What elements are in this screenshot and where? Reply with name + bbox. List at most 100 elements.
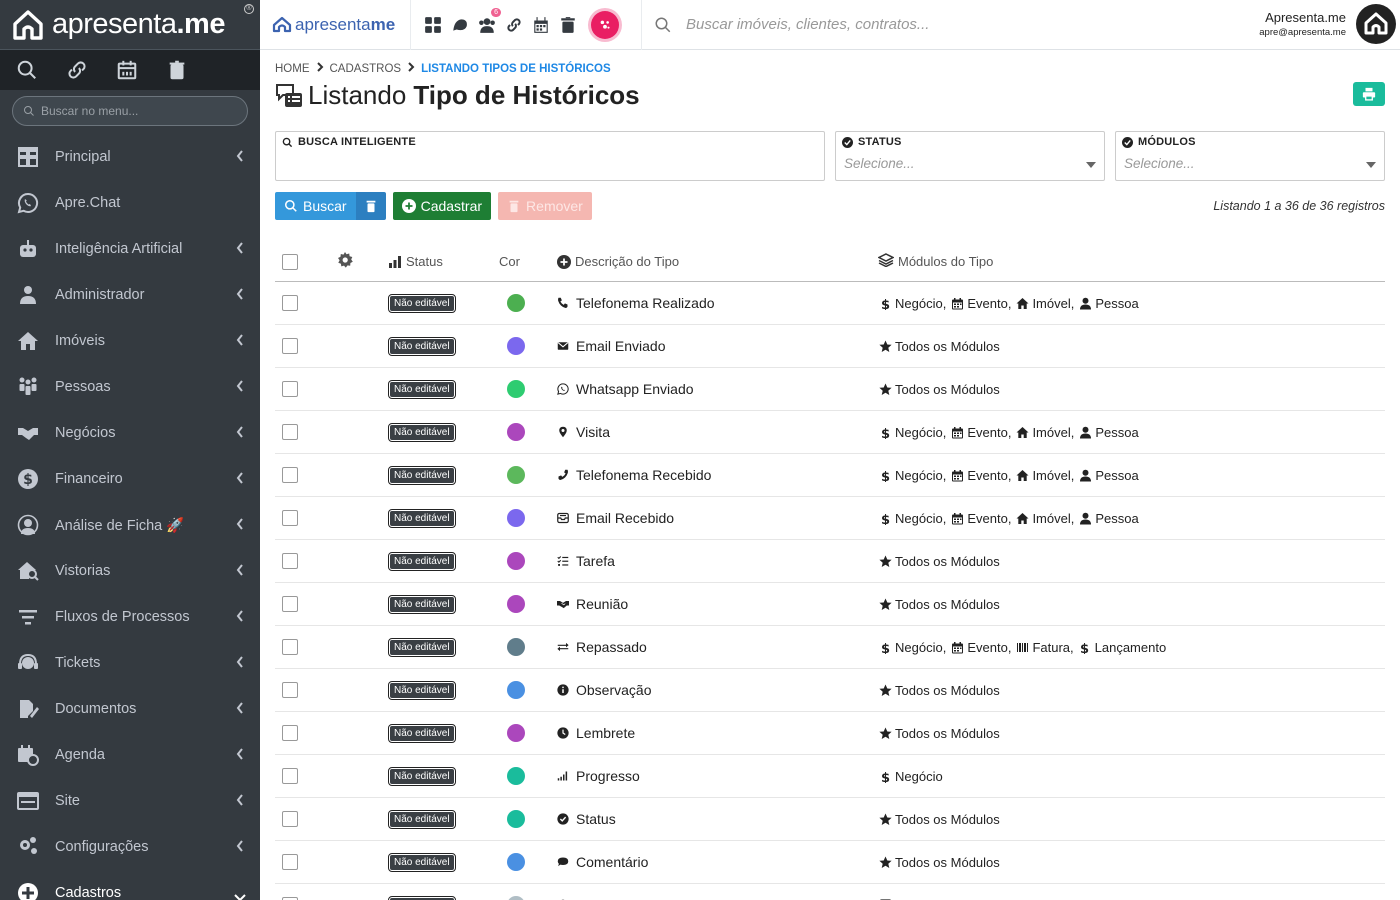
table-row[interactable]: Não editável Telefonema Realizado $ Negócio…: [275, 282, 1385, 325]
sidebar-item-inteligência-artificial[interactable]: Inteligência Artificial: [0, 226, 260, 272]
row-color-cell: [499, 552, 557, 570]
status-column-header[interactable]: Status: [388, 254, 499, 269]
table-row[interactable]: Não editável Comentário Todos os Módulos: [275, 841, 1385, 884]
table-row[interactable]: Não editável Reunião Todos os Módulos: [275, 583, 1385, 626]
row-checkbox[interactable]: [282, 424, 298, 440]
table-row[interactable]: Não editável Status Todos os Módulos: [275, 798, 1385, 841]
global-search-input[interactable]: Buscar imóveis, clientes, contratos...: [641, 0, 929, 50]
table-row[interactable]: Não editável Whatsapp Enviado Todos os Mód…: [275, 368, 1385, 411]
users-icon[interactable]: 6: [477, 8, 501, 34]
user-info[interactable]: Apresenta.me apre@apresenta.me: [1259, 10, 1346, 38]
row-checkbox[interactable]: [282, 510, 298, 526]
calendar-icon[interactable]: [116, 59, 138, 81]
history-type-description[interactable]: Reunião: [576, 596, 628, 612]
modules-column-header[interactable]: Módulos do Tipo: [877, 253, 1385, 270]
link-icon[interactable]: [504, 15, 523, 34]
sidebar-item-vistorias[interactable]: Vistorias: [0, 548, 260, 594]
history-type-description[interactable]: Progresso: [576, 768, 640, 784]
sidebar-search-input[interactable]: Buscar no menu...: [12, 96, 248, 126]
row-description-cell: Progresso: [557, 768, 878, 784]
history-type-description[interactable]: Repassado: [576, 639, 647, 655]
history-type-description[interactable]: Comentário: [576, 854, 648, 870]
description-column-header[interactable]: Descrição do Tipo: [557, 254, 878, 269]
status-badge: Não editável: [388, 680, 456, 700]
history-type-description[interactable]: Telefonema Realizado: [576, 295, 715, 311]
table-row[interactable]: Não editável Email Enviado Todos os Módulo…: [275, 325, 1385, 368]
trash-icon[interactable]: [166, 59, 188, 81]
trash-icon[interactable]: [558, 15, 577, 34]
sidebar-item-agenda[interactable]: Agenda: [0, 732, 260, 778]
table-row[interactable]: Não editável Telefonema Recebido $ Negócio,…: [275, 454, 1385, 497]
sidebar-brand[interactable]: apresenta.me ®: [0, 0, 260, 50]
row-checkbox[interactable]: [282, 467, 298, 483]
row-checkbox[interactable]: [282, 381, 298, 397]
table-row[interactable]: Não editável Tarefa Todos os Módulos: [275, 540, 1385, 583]
sidebar-item-financeiro[interactable]: $ Financeiro: [0, 456, 260, 502]
color-column-header[interactable]: Cor: [499, 254, 557, 269]
sidebar-item-site[interactable]: Site: [0, 778, 260, 824]
dashboard-icon[interactable]: [423, 15, 442, 34]
print-button[interactable]: [1353, 82, 1385, 106]
history-type-description[interactable]: Visita: [576, 424, 610, 440]
calendar-icon: [950, 640, 964, 654]
search-icon[interactable]: [16, 59, 38, 81]
sidebar-item-apre-chat[interactable]: Apre.Chat: [0, 180, 260, 226]
history-type-description[interactable]: Tarefa: [576, 553, 615, 569]
history-type-description[interactable]: Whatsapp Enviado: [576, 381, 694, 397]
history-type-description[interactable]: Telefonema Recebido: [576, 467, 711, 483]
history-type-description[interactable]: Observação: [576, 682, 651, 698]
breadcrumb-home[interactable]: HOME: [275, 63, 310, 75]
row-modules-cell: Todos os Módulos: [878, 812, 1385, 827]
table-row[interactable]: Não editávelAlterações de Relacionamento…: [275, 884, 1385, 900]
chevron-left-icon: [236, 288, 244, 300]
row-checkbox[interactable]: [282, 338, 298, 354]
sidebar-item-negócios[interactable]: Negócios: [0, 410, 260, 456]
history-type-description[interactable]: Status: [576, 811, 616, 827]
breadcrumb-section[interactable]: CADASTROS: [330, 63, 402, 75]
select-all-checkbox[interactable]: [282, 253, 298, 270]
gear-icon[interactable]: [337, 252, 353, 268]
status-select[interactable]: STATUS Selecione...: [835, 131, 1105, 181]
calendar-icon[interactable]: [531, 15, 550, 34]
sidebar-item-pessoas[interactable]: Pessoas: [0, 364, 260, 410]
history-type-description[interactable]: Email Recebido: [576, 510, 674, 526]
sidebar-item-administrador[interactable]: Administrador: [0, 272, 260, 318]
row-checkbox[interactable]: [282, 811, 298, 827]
history-type-description[interactable]: Lembrete: [576, 725, 635, 741]
link-icon[interactable]: [66, 59, 88, 81]
table-row[interactable]: Não editável Progresso $ Negócio: [275, 755, 1385, 798]
table-row[interactable]: Não editável Email Recebido $ Negócio, Event…: [275, 497, 1385, 540]
top-logo[interactable]: apresenta me: [260, 15, 410, 35]
row-checkbox[interactable]: [282, 596, 298, 612]
row-checkbox[interactable]: [282, 682, 298, 698]
sidebar-item-imóveis[interactable]: Imóveis: [0, 318, 260, 364]
row-checkbox[interactable]: [282, 768, 298, 784]
settings-header: [333, 252, 388, 271]
avatar[interactable]: [1356, 4, 1396, 44]
row-checkbox[interactable]: [282, 854, 298, 870]
chat-bubbles-icon[interactable]: [450, 15, 469, 34]
sidebar-item-análise-de-ficha[interactable]: Análise de Ficha 🚀: [0, 502, 260, 548]
sidebar-item-tickets[interactable]: Tickets: [0, 640, 260, 686]
clear-filters-button[interactable]: [355, 192, 386, 220]
search-button[interactable]: Buscar: [275, 192, 356, 220]
remove-button[interactable]: Remover: [498, 192, 592, 220]
smart-search-field[interactable]: BUSCA INTELIGENTE: [275, 131, 825, 181]
add-button[interactable]: Cadastrar: [392, 192, 492, 220]
table-row[interactable]: Não editável Repassado $ Negócio, Evento, Fat…: [275, 626, 1385, 669]
history-type-description[interactable]: Email Enviado: [576, 338, 666, 354]
table-row[interactable]: Não editável Visita $ Negócio, Evento, Imóvel…: [275, 411, 1385, 454]
sidebar-item-principal[interactable]: Principal: [0, 134, 260, 180]
table-row[interactable]: Não editável Observação Todos os Módulos: [275, 669, 1385, 712]
row-checkbox[interactable]: [282, 295, 298, 311]
sidebar-item-configurações[interactable]: Configurações: [0, 824, 260, 870]
sidebar-item-fluxos-de-processos[interactable]: Fluxos de Processos: [0, 594, 260, 640]
row-checkbox[interactable]: [282, 725, 298, 741]
sidebar-item-cadastros[interactable]: Cadastros: [0, 870, 260, 900]
row-checkbox[interactable]: [282, 553, 298, 569]
magic-icon[interactable]: [591, 10, 619, 39]
table-row[interactable]: Não editável Lembrete Todos os Módulos: [275, 712, 1385, 755]
row-checkbox[interactable]: [282, 639, 298, 655]
modules-select[interactable]: MÓDULOS Selecione...: [1115, 131, 1385, 181]
sidebar-item-documentos[interactable]: Documentos: [0, 686, 260, 732]
